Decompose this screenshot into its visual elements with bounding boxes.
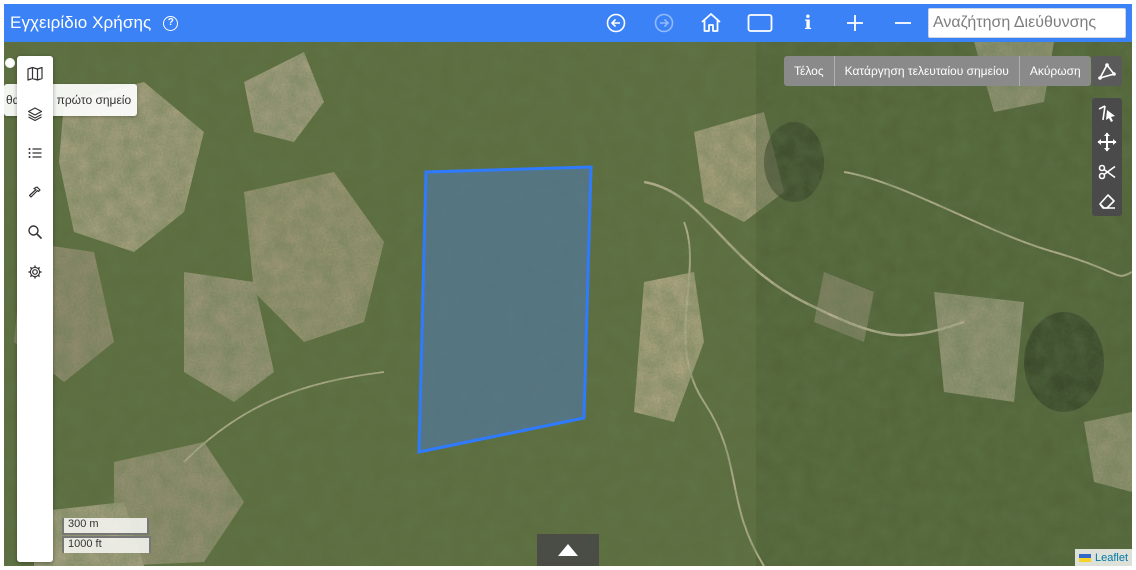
- layers-icon: [27, 107, 43, 122]
- gear-icon: [28, 265, 42, 279]
- home-button[interactable]: [698, 10, 724, 36]
- cancel-button[interactable]: Ακύρωση: [1018, 56, 1091, 86]
- aerial-imagery: [4, 42, 1132, 566]
- sidebar-item-tools[interactable]: [25, 183, 45, 203]
- attribution[interactable]: Leaflet: [1074, 549, 1132, 566]
- draw-polygon-tool[interactable]: [1092, 56, 1122, 86]
- sidebar-item-layers[interactable]: [25, 104, 45, 124]
- app-title[interactable]: Εγχειρίδιο Χρήσης: [10, 13, 151, 33]
- expand-panel-button[interactable]: [537, 534, 599, 566]
- arrow-left-circle-icon: [606, 13, 626, 33]
- back-button[interactable]: [604, 10, 628, 36]
- move-icon: [1097, 132, 1117, 152]
- delete-last-point-button[interactable]: Κατάργηση τελευταίου σημείου: [833, 56, 1019, 86]
- list-icon: [28, 148, 42, 158]
- ukraine-flag-icon: [1078, 553, 1091, 562]
- map-icon: [27, 66, 43, 81]
- forward-button[interactable]: [652, 10, 676, 36]
- app-frame: Εγχειρίδιο Χρήσης ? i Αναζήτηση Διεύθυνσ…: [4, 4, 1132, 566]
- draw-actions-bar: Τέλος Κατάργηση τελευταίου σημείου Ακύρω…: [784, 56, 1091, 86]
- zoom-out-button[interactable]: [892, 10, 914, 36]
- scissors-icon: [1098, 164, 1116, 180]
- eraser-icon: [1099, 194, 1115, 209]
- minus-icon: [895, 22, 911, 24]
- edit-vertex-icon: [1098, 105, 1115, 122]
- move-tool[interactable]: [1092, 127, 1122, 157]
- cut-tool[interactable]: [1092, 157, 1122, 187]
- finish-button[interactable]: Τέλος: [784, 56, 834, 86]
- rectangle-icon: [747, 14, 773, 32]
- address-search-input[interactable]: [928, 8, 1126, 38]
- triangle-up-icon: [558, 544, 578, 556]
- map-view[interactable]: θα το πρώτο σημείο Τέλος Κατάργηση τελευ…: [4, 42, 1132, 566]
- extent-button[interactable]: [746, 10, 774, 36]
- sidebar-item-legend[interactable]: [25, 143, 45, 163]
- search-icon: [28, 225, 43, 240]
- sidebar-item-map[interactable]: [25, 64, 45, 84]
- hammer-icon: [28, 186, 41, 198]
- info-button[interactable]: i: [798, 10, 818, 36]
- info-icon: i: [804, 12, 812, 34]
- left-sidebar: [17, 56, 53, 562]
- sidebar-item-search[interactable]: [25, 222, 45, 242]
- plus-icon: [847, 15, 863, 31]
- arrow-right-circle-icon: [654, 13, 674, 33]
- tooltip-text: το πρώτο σημείο: [42, 93, 132, 107]
- scale-imperial: 1000 ft: [62, 536, 151, 553]
- zoom-in-button[interactable]: [844, 10, 866, 36]
- drawn-polygon[interactable]: [417, 165, 593, 454]
- scale-metric: 300 m: [62, 518, 149, 535]
- edit-vertices-tool[interactable]: [1092, 98, 1122, 128]
- help-icon[interactable]: ?: [163, 15, 179, 31]
- polygon-draw-icon: [1098, 63, 1116, 80]
- home-icon: [701, 13, 721, 32]
- top-bar: Εγχειρίδιο Χρήσης ? i: [4, 4, 1132, 42]
- attribution-link[interactable]: Leaflet: [1095, 552, 1128, 564]
- erase-tool[interactable]: [1092, 186, 1122, 216]
- sidebar-item-settings[interactable]: [25, 262, 45, 282]
- selection-dot: [5, 58, 15, 68]
